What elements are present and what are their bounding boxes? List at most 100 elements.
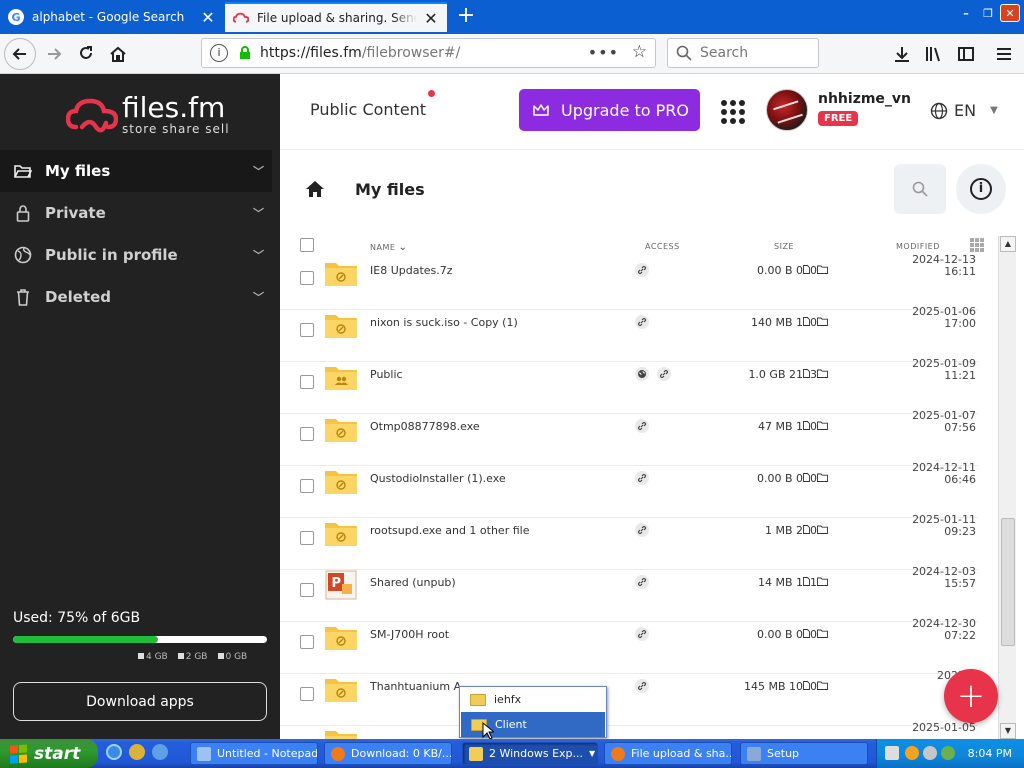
- tray-app-icon[interactable]: [923, 746, 937, 760]
- row-checkbox[interactable]: [300, 687, 314, 701]
- page-actions-icon[interactable]: •••: [588, 43, 619, 62]
- sidebar-item-deleted[interactable]: Deleted ﹀: [0, 276, 272, 318]
- table-row[interactable]: 2025-01-05: [280, 722, 978, 739]
- share-link-icon[interactable]: [635, 575, 649, 589]
- new-tab-button[interactable]: +: [454, 4, 478, 28]
- table-row[interactable]: QustodioInstaller (1).exe 0.00 B 0 0 2024…: [280, 462, 978, 518]
- restore-button[interactable]: ❐: [978, 4, 998, 22]
- url-bar[interactable]: i https://files.fm/filebrowser#/ ••• ☆: [201, 38, 656, 68]
- file-name[interactable]: Otmp08877898.exe: [370, 420, 480, 433]
- username[interactable]: nhhizme_vn: [818, 91, 911, 107]
- public-globe-icon[interactable]: [635, 367, 649, 381]
- taskbar-button-download[interactable]: Download: 0 KB/...: [324, 742, 452, 765]
- taskbar-button-firefox[interactable]: File upload & sha...: [604, 742, 732, 765]
- share-link-icon[interactable]: [635, 263, 649, 277]
- close-window-button[interactable]: ✕: [1000, 4, 1020, 22]
- folder-count-icon: [817, 316, 828, 329]
- row-checkbox[interactable]: [300, 583, 314, 597]
- col-modified[interactable]: MODIFIED: [896, 242, 940, 251]
- sidebar-toggle-button[interactable]: [950, 38, 982, 70]
- share-link-icon[interactable]: [635, 627, 649, 641]
- tab-close-icon[interactable]: ✕: [423, 9, 439, 28]
- ie-icon[interactable]: [106, 744, 122, 760]
- downloads-button[interactable]: [886, 38, 918, 70]
- file-name[interactable]: IE8 Updates.7z: [370, 264, 453, 277]
- grid-view-icon[interactable]: [970, 238, 984, 252]
- download-apps-button[interactable]: Download apps: [13, 682, 267, 721]
- language-selector[interactable]: EN ▼: [930, 101, 998, 120]
- public-content-link[interactable]: Public Content: [310, 100, 426, 119]
- row-checkbox[interactable]: [300, 271, 314, 285]
- col-name[interactable]: NAME ⌄: [370, 242, 407, 253]
- table-row[interactable]: Thanhtuanium A 145 MB 100 2025-0: [280, 670, 978, 726]
- library-button[interactable]: [918, 38, 950, 70]
- scroll-thumb[interactable]: [1001, 518, 1015, 646]
- scroll-up-arrow[interactable]: ▲: [1000, 236, 1016, 252]
- row-checkbox[interactable]: [300, 479, 314, 493]
- browser-search-input[interactable]: Search: [667, 38, 819, 68]
- table-row[interactable]: IE8 Updates.7z 0.00 B 0 0 2024-12-13 16:11: [280, 254, 978, 310]
- share-link-icon[interactable]: [635, 471, 649, 485]
- row-checkbox[interactable]: [300, 427, 314, 441]
- keyboard-icon[interactable]: [885, 746, 899, 760]
- upgrade-to-pro-button[interactable]: Upgrade to PRO: [519, 89, 700, 131]
- row-checkbox[interactable]: [300, 375, 314, 389]
- files-fm-logo[interactable]: files.fm store share sell: [66, 94, 230, 136]
- share-link-icon[interactable]: [635, 315, 649, 329]
- scroll-down-arrow[interactable]: ▼: [1000, 723, 1016, 739]
- minimize-button[interactable]: –: [956, 4, 976, 22]
- file-name[interactable]: SM-J700H root: [370, 628, 449, 641]
- popup-item-iehfx[interactable]: iehfx: [460, 687, 606, 712]
- lock-icon: [14, 204, 32, 222]
- file-name[interactable]: QustodioInstaller (1).exe: [370, 472, 506, 485]
- row-checkbox[interactable]: [300, 323, 314, 337]
- app-icon[interactable]: [152, 744, 168, 760]
- table-row[interactable]: Public 1.0 GB 21 3 2025-01-09 11:21: [280, 358, 978, 414]
- sidebar-item-public-in-profile[interactable]: Public in profile ﹀: [0, 234, 272, 276]
- apps-grid-icon[interactable]: [721, 100, 745, 124]
- file-name[interactable]: Public: [370, 368, 403, 381]
- table-row[interactable]: rootsupd.exe and 1 other file 1 MB 2 0 20…: [280, 514, 978, 570]
- sidebar-item-private[interactable]: Private ﹀: [0, 192, 272, 234]
- row-checkbox[interactable]: [300, 531, 314, 545]
- forward-button[interactable]: [38, 38, 70, 70]
- share-link-icon[interactable]: [657, 367, 671, 381]
- add-fab-button[interactable]: +: [944, 669, 998, 723]
- home-button[interactable]: [102, 38, 134, 70]
- file-name[interactable]: Thanhtuanium A: [370, 680, 461, 693]
- col-size[interactable]: SIZE: [774, 242, 794, 251]
- file-name[interactable]: rootsupd.exe and 1 other file: [370, 524, 529, 537]
- table-row[interactable]: Otmp08877898.exe 47 MB 1 0 2025-01-07 07:5…: [280, 410, 978, 466]
- row-checkbox[interactable]: [300, 635, 314, 649]
- file-name[interactable]: nixon is suck.iso - Copy (1): [370, 316, 518, 329]
- scrollbar[interactable]: ▲ ▼: [998, 236, 1016, 739]
- table-row[interactable]: SM-J700H root 0.00 B 0 0 2024-12-30 07:22: [280, 618, 978, 674]
- taskbar-button-notepad[interactable]: Untitled - Notepad: [190, 742, 318, 765]
- info-button[interactable]: i: [956, 164, 1006, 214]
- share-link-icon[interactable]: [635, 679, 649, 693]
- tab-close-icon[interactable]: ✕: [200, 8, 216, 27]
- file-name[interactable]: Shared (unpub): [370, 576, 456, 589]
- share-link-icon[interactable]: [635, 523, 649, 537]
- app-icon[interactable]: [129, 744, 145, 760]
- table-row[interactable]: P Shared (unpub) 14 MB 1 1 2024-12-03 15:5…: [280, 566, 978, 622]
- home-breadcrumb[interactable]: [305, 180, 325, 201]
- share-link-icon[interactable]: [635, 419, 649, 433]
- taskbar-button-setup[interactable]: Setup: [740, 742, 868, 765]
- select-all-checkbox[interactable]: [300, 238, 314, 252]
- tray-app-icon[interactable]: [905, 746, 919, 760]
- bookmark-star-icon[interactable]: ☆: [632, 42, 647, 62]
- taskbar-button-explorer[interactable]: 2 Windows Exp... ▼: [462, 742, 598, 765]
- back-button[interactable]: [4, 38, 36, 70]
- start-button[interactable]: start: [0, 739, 98, 768]
- tab-google-search[interactable]: G alphabet - Google Search ✕: [0, 2, 224, 32]
- tab-files-fm[interactable]: File upload & sharing. Send large p ✕: [225, 2, 447, 32]
- tray-app-icon[interactable]: [941, 746, 955, 760]
- reload-button[interactable]: [70, 38, 102, 70]
- table-row[interactable]: nixon is suck.iso - Copy (1) 140 MB 1 0 2…: [280, 306, 978, 362]
- avatar[interactable]: [766, 89, 808, 131]
- search-button[interactable]: [894, 164, 946, 214]
- menu-button[interactable]: [988, 38, 1020, 70]
- sidebar-item-my-files[interactable]: My files ﹀: [0, 150, 272, 192]
- site-info-icon[interactable]: i: [210, 44, 228, 62]
